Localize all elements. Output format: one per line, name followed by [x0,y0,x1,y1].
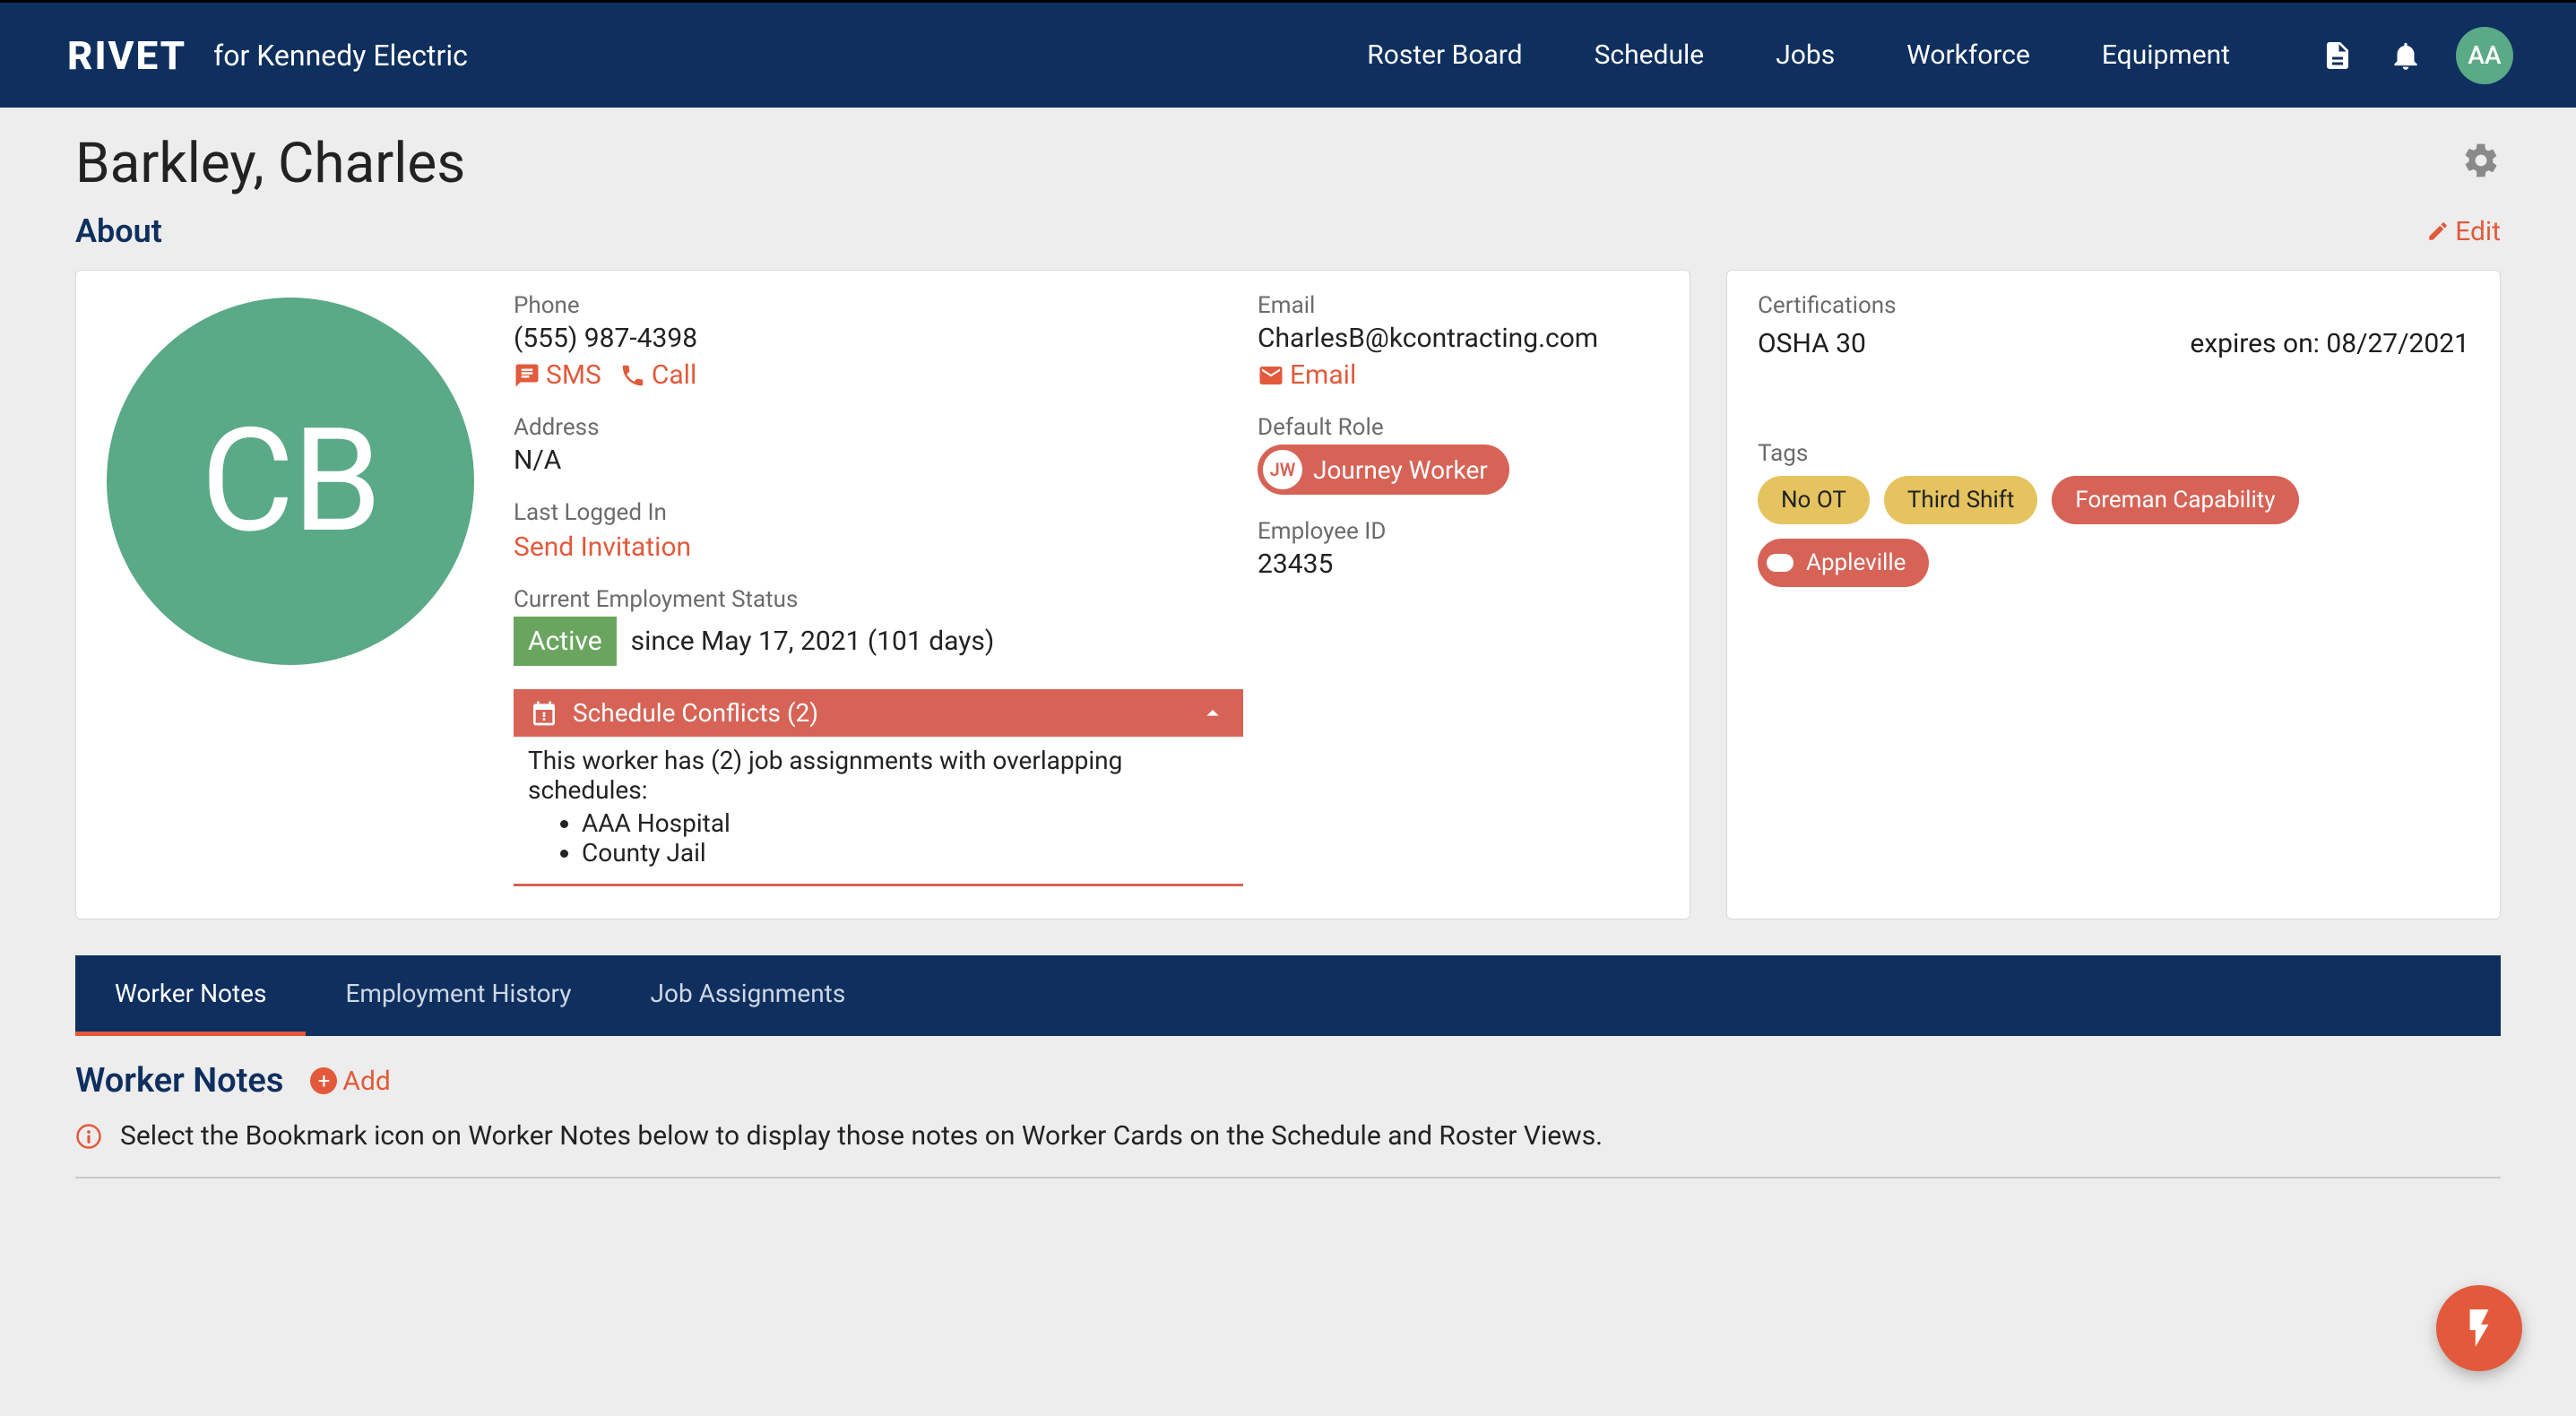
certifications-label: Certifications [1758,292,2469,319]
document-icon[interactable] [2320,38,2356,73]
add-note-button[interactable]: + Add [310,1066,390,1097]
top-nav: RIVET for Kennedy Electric Roster Board … [0,0,2576,108]
worker-avatar: CB [107,298,474,665]
tab-bar: Worker Notes Employment History Job Assi… [75,955,2501,1036]
notes-hint: Select the Bookmark icon on Worker Notes… [120,1120,1603,1152]
tags-container: No OT Third Shift Foreman Capability App… [1758,476,2469,587]
emp-status-label: Current Employment Status [514,586,1204,613]
tag-no-ot[interactable]: No OT [1758,476,1870,524]
edit-label: Edit [2455,216,2501,247]
conflict-item: AAA Hospital [582,808,1229,838]
tag-third-shift[interactable]: Third Shift [1884,476,2037,524]
phone-value: (555) 987-4398 [514,323,1204,354]
conflict-item: County Jail [582,838,1229,868]
about-card: CB Phone (555) 987-4398 SMS [75,270,1690,920]
tags-label: Tags [1758,440,2469,467]
side-card: Certifications OSHA 30 expires on: 08/27… [1726,270,2501,920]
sms-button[interactable]: SMS [514,359,601,391]
last-login-label: Last Logged In [514,499,1204,526]
tag-foreman-capability[interactable]: Foreman Capability [2052,476,2298,524]
tab-job-assignments[interactable]: Job Assignments [611,955,886,1036]
nav-schedule[interactable]: Schedule [1595,39,1705,71]
employee-id-value: 23435 [1258,548,1659,580]
default-role-label: Default Role [1258,414,1659,441]
employee-id-label: Employee ID [1258,518,1659,545]
nav-workforce[interactable]: Workforce [1906,39,2030,71]
about-heading: About [75,212,162,250]
info-icon [75,1123,102,1150]
schedule-conflicts-toggle[interactable]: Schedule Conflicts (2) [514,689,1243,737]
lightning-icon [2457,1306,2502,1351]
email-action-label: Email [1290,359,1356,391]
role-pill: JW Journey Worker [1258,445,1509,495]
email-button[interactable]: Email [1258,359,1659,391]
role-name: Journey Worker [1313,455,1488,485]
conflict-body-text: This worker has (2) job assignments with… [528,746,1229,805]
nav-jobs[interactable]: Jobs [1776,39,1835,71]
nav-equipment[interactable]: Equipment [2102,39,2230,71]
fab-lightning-button[interactable] [2436,1285,2522,1371]
page-title: Barkley, Charles [75,131,465,196]
gear-icon[interactable] [2461,141,2501,186]
plus-icon: + [310,1067,337,1094]
phone-label: Phone [514,292,1204,319]
brand-logo: RIVET [67,32,186,79]
call-label: Call [652,359,696,391]
chevron-up-icon [1198,699,1227,728]
status-since: since May 17, 2021 (101 days) [631,626,995,657]
tab-employment-history[interactable]: Employment History [306,955,610,1036]
user-avatar[interactable]: AA [2456,27,2513,84]
cert-expires: expires on: 08/27/2021 [2190,328,2469,359]
sms-label: SMS [546,359,601,391]
tag-appleville[interactable]: Appleville [1758,539,1929,587]
tab-worker-notes[interactable]: Worker Notes [75,955,306,1036]
email-value: CharlesB@kcontracting.com [1258,323,1659,354]
brand-subtitle: for Kennedy Electric [213,39,468,73]
call-button[interactable]: Call [619,359,696,391]
worker-notes-heading: Worker Notes [75,1061,283,1101]
email-label: Email [1258,292,1659,319]
address-label: Address [514,414,1204,441]
address-value: N/A [514,445,1204,476]
role-abbr: JW [1263,450,1302,489]
calendar-alert-icon [530,699,558,728]
status-badge: Active [514,617,617,666]
schedule-conflicts-title: Schedule Conflicts (2) [573,698,818,728]
bell-icon[interactable] [2388,38,2424,73]
schedule-conflicts-panel: Schedule Conflicts (2) This worker has (… [514,689,1243,886]
cert-name: OSHA 30 [1758,328,1866,359]
tag-dot-icon [1767,554,1794,572]
nav-roster-board[interactable]: Roster Board [1367,39,1522,71]
send-invitation-button[interactable]: Send Invitation [514,531,1204,563]
edit-button[interactable]: Edit [2426,216,2501,247]
